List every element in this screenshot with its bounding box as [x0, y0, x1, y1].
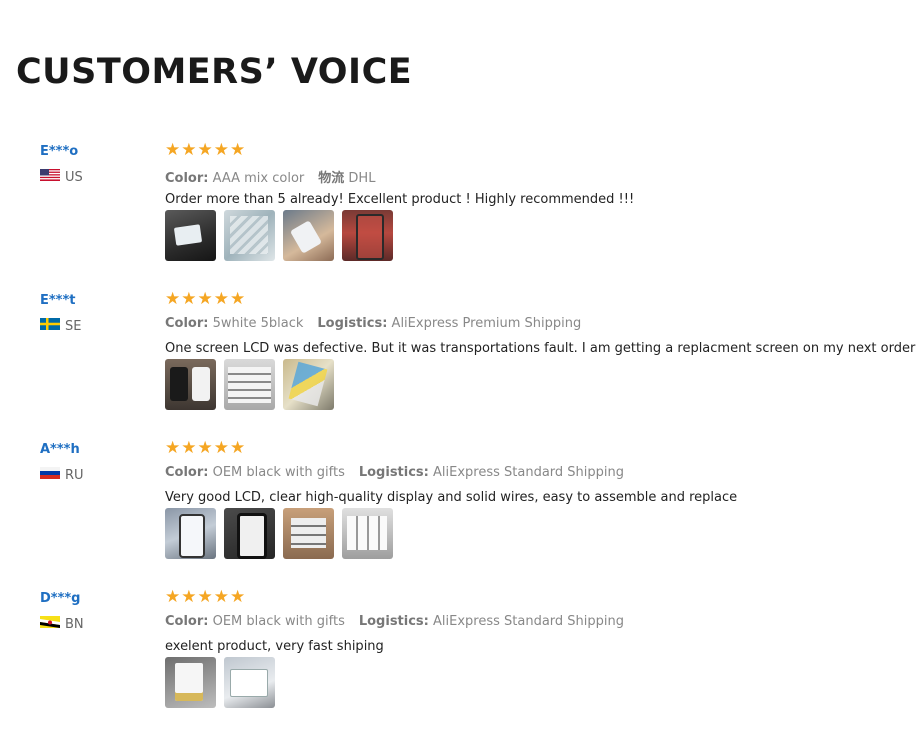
review-photos: [165, 657, 275, 708]
star-icon: ★: [213, 140, 229, 160]
country-flag-icon: [40, 616, 60, 632]
review-item: D***g BN ★ ★ ★ ★ ★ Color: OEM black with gifts L…: [0, 589, 920, 731]
star-icon: ★: [181, 587, 197, 607]
country-code: SE: [65, 318, 82, 334]
logistics-value: AliExpress Standard Shipping: [433, 614, 625, 629]
review-item: E***o US ★ ★ ★ ★ ★ Color: AAA mix color 物流 DHL Or…: [0, 142, 920, 284]
star-icon: ★: [213, 438, 229, 458]
star-icon: ★: [230, 438, 246, 458]
color-label: Color:: [165, 614, 209, 629]
review-photo-thumbnail[interactable]: [224, 210, 275, 261]
review-item: A***h RU ★ ★ ★ ★ ★ Color: OEM black with gifts L…: [0, 440, 920, 582]
star-icon: ★: [165, 289, 181, 309]
logistics-label: Logistics:: [358, 614, 429, 629]
review-item: E***t SE ★ ★ ★ ★ ★ Color: 5white 5black Logistic…: [0, 291, 920, 433]
star-icon: ★: [230, 140, 246, 160]
logistics-label: Logistics:: [358, 465, 429, 480]
country-flag-icon: [40, 318, 60, 334]
review-photo-thumbnail[interactable]: [165, 657, 216, 708]
review-text: One screen LCD was defective. But it was…: [165, 341, 920, 356]
reviewer-name[interactable]: D***g: [40, 591, 81, 606]
review-photo-thumbnail[interactable]: [283, 210, 334, 261]
review-meta: Color: 5white 5black Logistics: AliExpres…: [165, 316, 581, 331]
review-meta: Color: OEM black with gifts Logistics: Al…: [165, 614, 624, 629]
review-photo-thumbnail[interactable]: [283, 359, 334, 410]
star-icon: ★: [197, 587, 213, 607]
review-meta: Color: OEM black with gifts Logistics: Al…: [165, 465, 624, 480]
color-value: 5white 5black: [212, 316, 304, 331]
review-photo-thumbnail[interactable]: [165, 210, 216, 261]
review-photo-thumbnail[interactable]: [165, 508, 216, 559]
reviewer-country: US: [40, 169, 83, 185]
star-rating: ★ ★ ★ ★ ★: [165, 440, 245, 457]
star-icon: ★: [165, 587, 181, 607]
review-photos: [165, 359, 334, 410]
star-rating: ★ ★ ★ ★ ★: [165, 291, 245, 308]
review-text: Order more than 5 already! Excellent pro…: [165, 192, 635, 207]
review-photo-thumbnail[interactable]: [224, 508, 275, 559]
star-rating: ★ ★ ★ ★ ★: [165, 589, 245, 606]
logistics-label: Logistics:: [317, 316, 388, 331]
star-icon: ★: [181, 289, 197, 309]
review-photo-thumbnail[interactable]: [342, 508, 393, 559]
star-icon: ★: [197, 140, 213, 160]
color-value: OEM black with gifts: [212, 465, 345, 480]
star-icon: ★: [165, 438, 181, 458]
review-photo-thumbnail[interactable]: [342, 210, 393, 261]
star-icon: ★: [230, 289, 246, 309]
review-photo-thumbnail[interactable]: [165, 359, 216, 410]
star-icon: ★: [197, 438, 213, 458]
reviewer-country: BN: [40, 616, 84, 632]
reviewer-name[interactable]: E***o: [40, 144, 78, 159]
country-flag-icon: [40, 169, 60, 185]
country-code: US: [65, 169, 83, 185]
review-meta: Color: AAA mix color 物流 DHL: [165, 167, 375, 186]
star-icon: ★: [181, 438, 197, 458]
logistics-value: DHL: [348, 171, 376, 186]
review-text: exelent product, very fast shiping: [165, 639, 384, 654]
color-value: AAA mix color: [212, 171, 305, 186]
review-photos: [165, 210, 393, 261]
page-title: CUSTOMERS’ VOICE: [16, 52, 413, 92]
review-photos: [165, 508, 393, 559]
review-photo-thumbnail[interactable]: [224, 657, 275, 708]
logistics-value: AliExpress Premium Shipping: [391, 316, 582, 331]
country-code: BN: [65, 616, 84, 632]
reviewer-name[interactable]: A***h: [40, 442, 80, 457]
country-code: RU: [65, 467, 84, 483]
logistics-label: 物流: [318, 171, 345, 186]
reviewer-name[interactable]: E***t: [40, 293, 76, 308]
logistics-value: AliExpress Standard Shipping: [433, 465, 625, 480]
review-photo-thumbnail[interactable]: [283, 508, 334, 559]
star-icon: ★: [181, 140, 197, 160]
country-flag-icon: [40, 467, 60, 483]
review-photo-thumbnail[interactable]: [224, 359, 275, 410]
color-label: Color:: [165, 465, 209, 480]
color-label: Color:: [165, 316, 209, 331]
color-value: OEM black with gifts: [212, 614, 345, 629]
star-icon: ★: [165, 140, 181, 160]
reviewer-country: RU: [40, 467, 84, 483]
star-icon: ★: [213, 289, 229, 309]
color-label: Color:: [165, 171, 209, 186]
review-text: Very good LCD, clear high-quality displa…: [165, 490, 738, 505]
star-icon: ★: [197, 289, 213, 309]
star-icon: ★: [230, 587, 246, 607]
star-rating: ★ ★ ★ ★ ★: [165, 142, 245, 159]
star-icon: ★: [213, 587, 229, 607]
reviewer-country: SE: [40, 318, 81, 334]
